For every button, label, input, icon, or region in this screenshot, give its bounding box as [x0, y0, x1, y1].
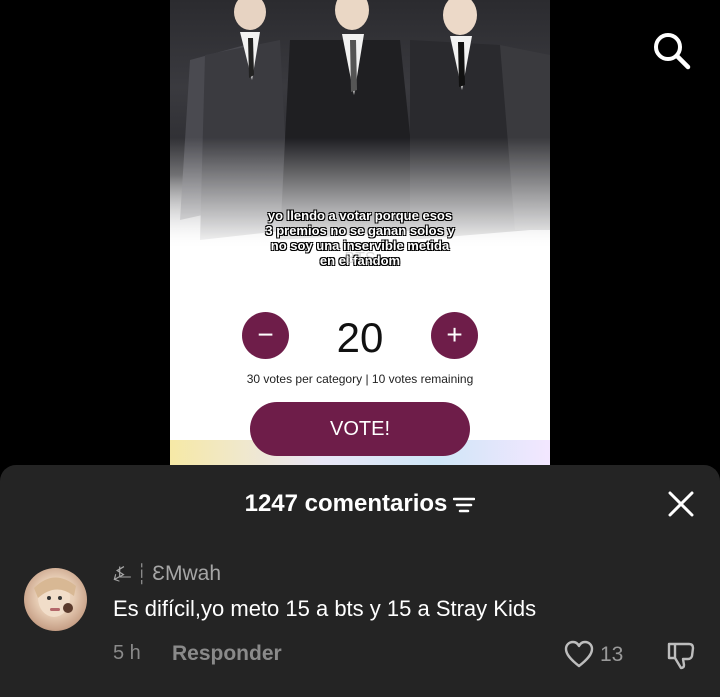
comments-header: 1247 comentarios	[0, 490, 720, 518]
heart-icon[interactable]	[564, 640, 594, 668]
avatar[interactable]	[24, 568, 87, 631]
comment-text: Es difícil,yo meto 15 a bts y 15 a Stray…	[113, 596, 537, 621]
decrease-button[interactable]: −	[242, 312, 289, 359]
like-count: 13	[600, 643, 624, 666]
comment-time: 5 h	[113, 642, 141, 664]
vote-button[interactable]: VOTE!	[250, 402, 470, 456]
vote-stepper: − 20 +	[242, 312, 478, 361]
sort-icon[interactable]	[453, 496, 476, 514]
comment-username[interactable]: ⍼┆ƐMwah	[113, 562, 221, 586]
reply-button[interactable]: Responder	[172, 642, 282, 666]
vote-count: 20	[336, 314, 384, 361]
dislike-icon[interactable]	[665, 640, 697, 670]
close-icon[interactable]	[666, 489, 696, 519]
increase-button[interactable]: +	[431, 312, 478, 359]
video-player[interactable]: yo llendo a votar porque esos 3 premios …	[170, 0, 550, 470]
vote-info: 30 votes per category | 10 votes remaini…	[246, 372, 474, 386]
artist-name: BTS	[344, 250, 376, 267]
comments-count: 1247 comentarios	[244, 490, 448, 517]
search-icon[interactable]	[651, 30, 691, 70]
